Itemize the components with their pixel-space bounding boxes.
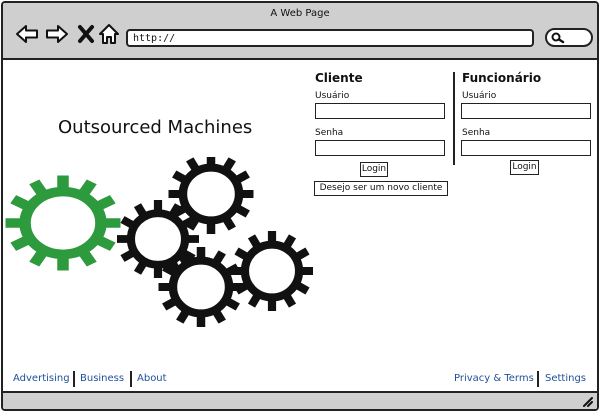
footer-link-settings[interactable]: Settings (545, 373, 586, 384)
cliente-user-label: Usuário (315, 91, 350, 101)
page-content: Outsourced Machines Cliente Usuário Senh… (3, 62, 597, 362)
forward-arrow-icon[interactable] (45, 22, 69, 46)
resize-grip-icon[interactable] (581, 395, 593, 407)
search-field[interactable] (545, 28, 593, 47)
cliente-pass-label: Senha (315, 128, 344, 138)
gears-illustration (3, 157, 333, 367)
site-title: Outsourced Machines (58, 117, 253, 138)
browser-chrome: A Web Page (3, 3, 597, 60)
browser-window: A Web Page Outsourced Machines (1, 1, 599, 411)
funcionario-heading: Funcionário (462, 71, 542, 85)
footer: Advertising Business About Privacy & Ter… (3, 369, 597, 389)
footer-separator (537, 371, 539, 387)
footer-link-privacy-terms[interactable]: Privacy & Terms (454, 373, 534, 384)
gear-right (231, 231, 313, 311)
footer-link-about[interactable]: About (137, 373, 167, 384)
funcionario-login-button[interactable]: Login (510, 160, 539, 175)
footer-link-advertising[interactable]: Advertising (13, 373, 70, 384)
status-bar (3, 391, 597, 409)
url-input[interactable] (126, 29, 534, 47)
cliente-user-field[interactable] (315, 103, 445, 119)
window-title: A Web Page (270, 8, 330, 19)
cliente-heading: Cliente (315, 71, 363, 85)
back-arrow-icon[interactable] (15, 22, 39, 46)
cliente-pass-field[interactable] (315, 140, 445, 156)
funcionario-pass-label: Senha (462, 128, 491, 138)
search-icon (551, 32, 565, 44)
close-x-icon[interactable] (74, 22, 98, 46)
footer-separator (130, 371, 132, 387)
panel-divider (453, 72, 455, 165)
home-icon[interactable] (97, 22, 121, 46)
funcionario-user-label: Usuário (462, 91, 497, 101)
footer-link-business[interactable]: Business (80, 373, 124, 384)
new-client-button[interactable]: Desejo ser um novo cliente (314, 181, 448, 196)
gear-green (6, 176, 121, 271)
funcionario-pass-field[interactable] (461, 140, 591, 156)
footer-separator (73, 371, 75, 387)
cliente-login-button[interactable]: Login (360, 162, 388, 177)
funcionario-user-field[interactable] (461, 103, 591, 119)
